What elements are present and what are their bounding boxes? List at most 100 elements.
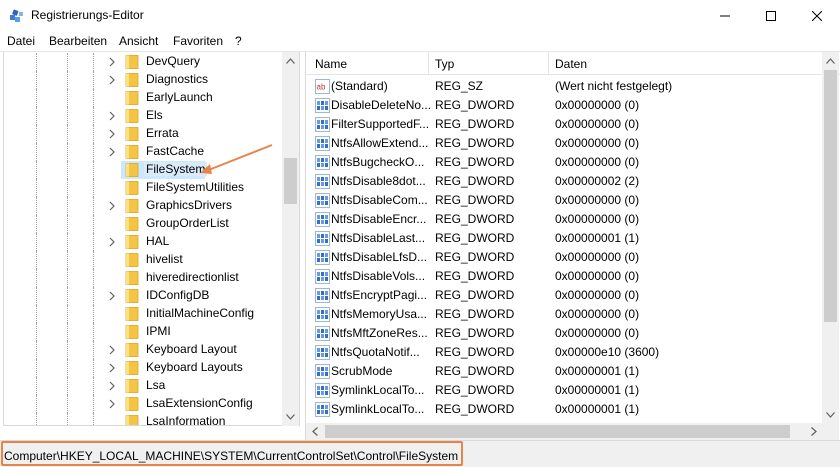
value-row[interactable]: FilterSupportedF... REG_DWORD 0x00000000 (…	[306, 115, 821, 134]
value-data: 0x00000000 (0)	[555, 117, 640, 131]
tree-item[interactable]: IDConfigDB	[4, 287, 284, 305]
tree-item[interactable]: Els	[4, 107, 284, 125]
tree-item[interactable]: InitialMachineConfig	[4, 305, 284, 323]
value-type: REG_DWORD	[435, 98, 515, 112]
chevron-right-icon[interactable]	[107, 111, 117, 121]
chevron-right-icon[interactable]	[107, 363, 117, 373]
value-row[interactable]: NtfsDisableCom... REG_DWORD 0x00000000 (0)	[306, 191, 821, 210]
value-name: NtfsEncryptPagi...	[331, 288, 428, 302]
minimize-icon	[720, 15, 730, 16]
tree-item[interactable]: Diagnostics	[4, 71, 284, 89]
string-value-icon: ab	[315, 79, 330, 94]
list-vertical-thumb[interactable]	[824, 70, 837, 322]
title-bar[interactable]: Registrierungs-Editor	[0, 0, 840, 31]
chevron-right-icon[interactable]	[107, 399, 117, 409]
value-row[interactable]: NtfsMftZoneRes... REG_DWORD 0x00000000 (0)	[306, 324, 821, 343]
tree-item[interactable]: Keyboard Layouts	[4, 359, 284, 377]
tree-item[interactable]: FileSystemUtilities	[4, 179, 284, 197]
chevron-right-icon[interactable]	[107, 345, 117, 355]
tree-item[interactable]: EarlyLaunch	[4, 89, 284, 107]
list-scroll-down-button[interactable]	[822, 406, 839, 423]
menu-datei[interactable]: Datei	[7, 34, 35, 48]
value-row[interactable]: NtfsAllowExtend... REG_DWORD 0x00000000 (0…	[306, 134, 821, 153]
list-horizontal-thumb[interactable]	[325, 425, 790, 438]
value-row[interactable]: DisableDeleteNo... REG_DWORD 0x00000000 (0…	[306, 96, 821, 115]
folder-icon	[125, 307, 139, 321]
chevron-right-icon[interactable]	[107, 147, 117, 157]
value-row[interactable]: SymlinkLocalTo... REG_DWORD 0x00000001 (1)	[306, 400, 821, 419]
tree-item[interactable]: hiveredirectionlist	[4, 269, 284, 287]
column-header-data[interactable]: Daten	[555, 57, 587, 71]
tree-item[interactable]: FileSystem	[4, 161, 284, 179]
tree-item-label: Keyboard Layout	[146, 342, 237, 356]
tree-item[interactable]: FastCache	[4, 143, 284, 161]
tree-guide-line	[67, 89, 68, 107]
tree-scroll-thumb[interactable]	[284, 158, 297, 204]
chevron-right-icon[interactable]	[107, 291, 117, 301]
chevron-right-icon[interactable]	[107, 57, 117, 67]
value-row[interactable]: ab (Standard) REG_SZ (Wert nicht festgelegt…	[306, 77, 821, 96]
column-header-name[interactable]: Name	[315, 57, 347, 71]
folder-icon	[125, 397, 139, 411]
tree-item[interactable]: IPMI	[4, 323, 284, 341]
list-scroll-up-button[interactable]	[822, 52, 839, 69]
value-row[interactable]: ScrubMode REG_DWORD 0x00000001 (1)	[306, 362, 821, 381]
menu-help[interactable]: ?	[235, 34, 242, 48]
menu-favoriten[interactable]: Favoriten	[173, 34, 223, 48]
tree-scrollbar[interactable]	[282, 52, 299, 426]
tree-item[interactable]: hivelist	[4, 251, 284, 269]
value-data: 0x00000000 (0)	[555, 155, 640, 169]
value-row[interactable]: NtfsDisable8dot... REG_DWORD 0x00000002 (2…	[306, 172, 821, 191]
value-row[interactable]: NtfsDisableEncr... REG_DWORD 0x00000000 (0…	[306, 210, 821, 229]
value-row[interactable]: NtfsMemoryUsa... REG_DWORD 0x00000000 (0)	[306, 305, 821, 324]
close-button[interactable]	[794, 0, 840, 31]
value-row[interactable]: NtfsDisableLfsD... REG_DWORD 0x00000000 (0…	[306, 248, 821, 267]
tree-item[interactable]: GroupOrderList	[4, 215, 284, 233]
value-name: NtfsDisable8dot...	[331, 174, 426, 188]
list-scroll-right-button[interactable]	[805, 423, 822, 440]
value-type: REG_DWORD	[435, 383, 515, 397]
value-row[interactable]: NtfsDisableVols... REG_DWORD 0x00000000 (0…	[306, 267, 821, 286]
value-data: 0x00000000 (0)	[555, 307, 640, 321]
value-list[interactable]: Name Typ Daten ab (Standard) REG_SZ (Wert n…	[305, 52, 840, 440]
value-type: REG_DWORD	[435, 288, 515, 302]
tree-item[interactable]: Errata	[4, 125, 284, 143]
tree-guide-line	[67, 143, 68, 161]
tree-item[interactable]: DevQuery	[4, 53, 284, 71]
maximize-button[interactable]	[748, 0, 794, 31]
value-type: REG_DWORD	[435, 136, 515, 150]
key-tree[interactable]: DevQuery Diagnostics EarlyLaunch Els Errata F…	[3, 52, 300, 426]
value-data: (Wert nicht festgelegt)	[555, 79, 673, 93]
chevron-right-icon[interactable]	[107, 129, 117, 139]
tree-item[interactable]: HAL	[4, 233, 284, 251]
tree-item-label: Lsa	[146, 378, 166, 392]
chevron-right-icon[interactable]	[107, 201, 117, 211]
chevron-right-icon[interactable]	[107, 75, 117, 85]
tree-scroll-up-button[interactable]	[282, 52, 299, 69]
menu-ansicht[interactable]: Ansicht	[119, 34, 158, 48]
list-scroll-left-button[interactable]	[306, 423, 323, 440]
column-separator[interactable]	[428, 52, 429, 74]
tree-scroll-down-button[interactable]	[282, 408, 299, 425]
tree-item[interactable]: LsaExtensionConfig	[4, 395, 284, 413]
tree-item-label: InitialMachineConfig	[146, 306, 255, 320]
tree-item[interactable]: Lsa	[4, 377, 284, 395]
tree-item[interactable]: Keyboard Layout	[4, 341, 284, 359]
chevron-right-icon[interactable]	[107, 381, 117, 391]
folder-icon	[125, 127, 139, 141]
tree-item[interactable]: GraphicsDrivers	[4, 197, 284, 215]
value-row[interactable]: NtfsQuotaNotif... REG_DWORD 0x00000e10 (36…	[306, 343, 821, 362]
value-row[interactable]: NtfsDisableLast... REG_DWORD 0x00000001 (1…	[306, 229, 821, 248]
chevron-right-icon[interactable]	[107, 237, 117, 247]
value-name: (Standard)	[331, 79, 388, 93]
value-name: NtfsDisableVols...	[331, 269, 426, 283]
value-row[interactable]: SymlinkLocalTo... REG_DWORD 0x00000001 (1)	[306, 381, 821, 400]
tree-item[interactable]: LsaInformation	[4, 413, 284, 425]
menu-bearbeiten[interactable]: Bearbeiten	[49, 34, 107, 48]
column-header-type[interactable]: Typ	[435, 57, 454, 71]
minimize-button[interactable]	[702, 0, 748, 31]
column-separator[interactable]	[548, 52, 549, 74]
value-row[interactable]: NtfsEncryptPagi... REG_DWORD 0x00000000 (0…	[306, 286, 821, 305]
value-row[interactable]: NtfsBugcheckO... REG_DWORD 0x00000000 (0)	[306, 153, 821, 172]
tree-guide-line	[93, 359, 94, 377]
